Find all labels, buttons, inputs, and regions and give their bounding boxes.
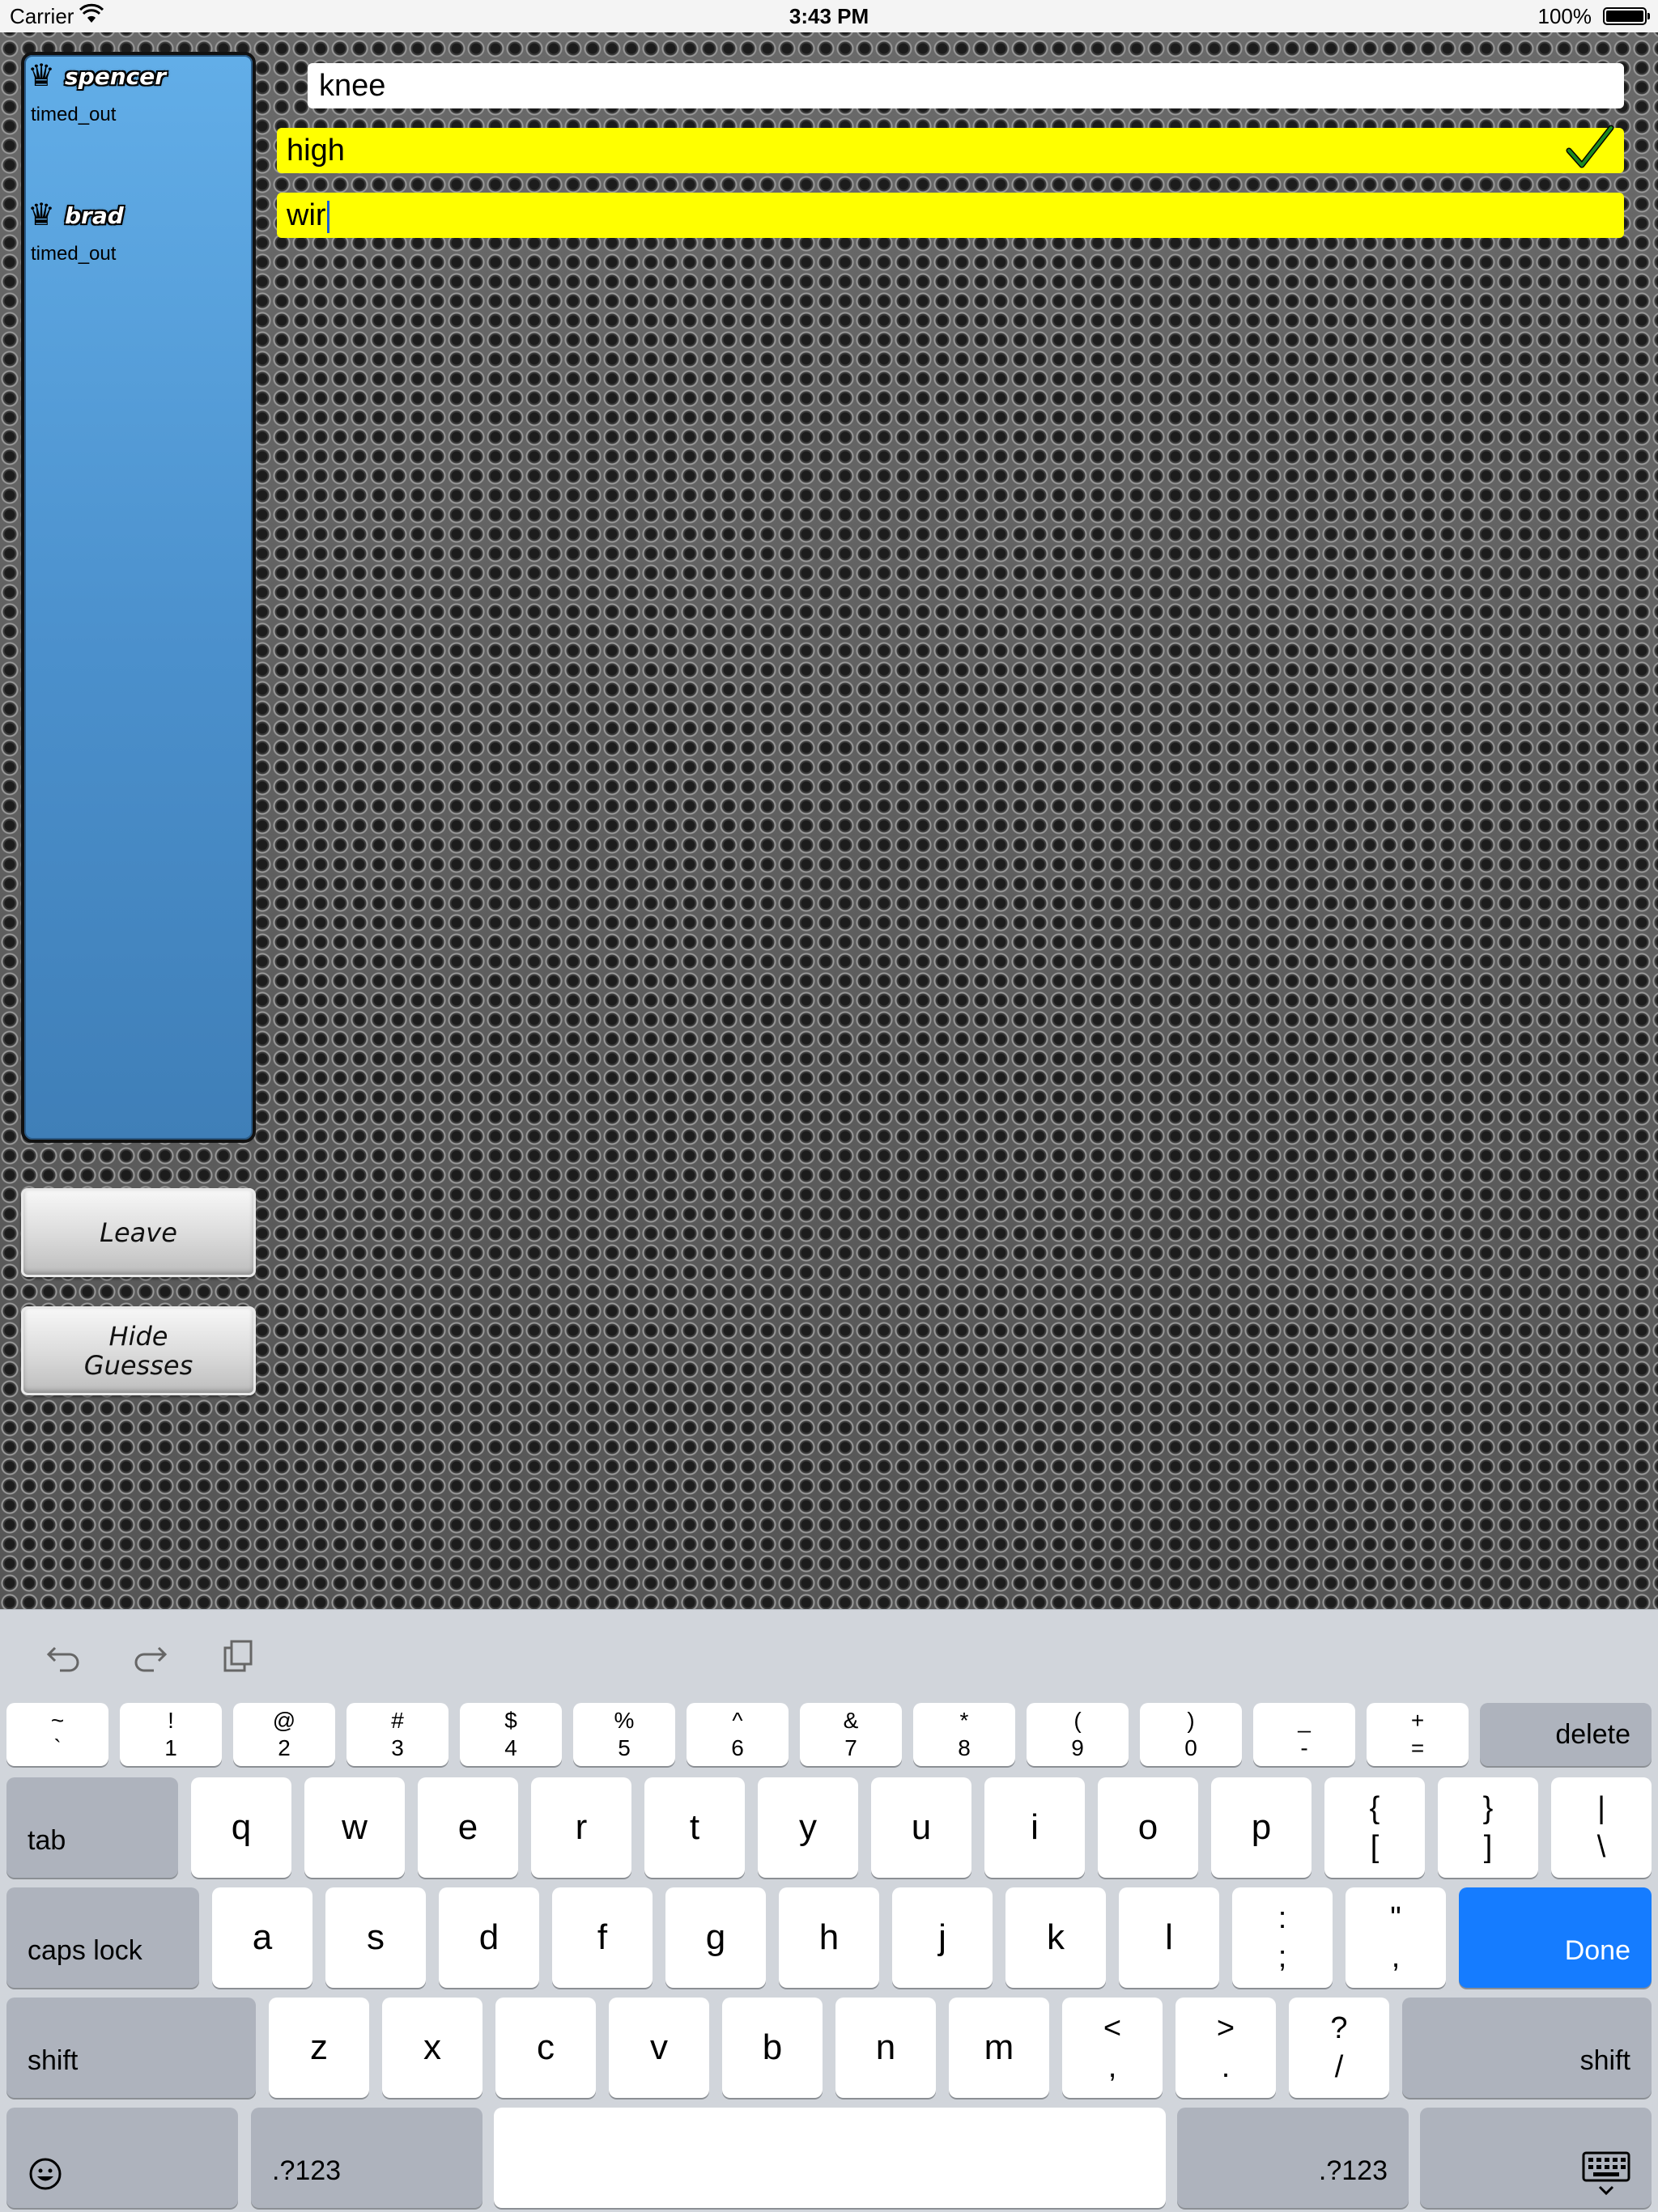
done-key[interactable]: Done (1459, 1887, 1652, 1988)
key-h[interactable]: h (779, 1887, 879, 1988)
hide-guesses-label-line2: Guesses (83, 1350, 193, 1381)
guess-input[interactable]: wir (277, 193, 1624, 238)
crown-icon: ♛ (28, 198, 56, 232)
caps-lock-key[interactable]: caps lock (6, 1887, 199, 1988)
player-name: spencer (65, 62, 167, 90)
paste-icon[interactable] (217, 1637, 259, 1679)
key-e[interactable]: e (418, 1777, 518, 1878)
status-bar: Carrier 3:43 PM 100% (0, 0, 1658, 32)
hide-guesses-button[interactable]: Hide Guesses (21, 1306, 256, 1395)
key-y[interactable]: y (758, 1777, 858, 1878)
clock: 3:43 PM (789, 4, 869, 28)
key-k[interactable]: k (1005, 1887, 1106, 1988)
key-2[interactable]: @2 (233, 1703, 335, 1766)
emoji-icon (29, 2158, 62, 2190)
redo-icon[interactable] (130, 1637, 172, 1679)
key-comma[interactable]: <, (1062, 1998, 1163, 2098)
undo-icon[interactable] (42, 1637, 84, 1679)
player-name: brad (65, 202, 124, 229)
leave-button[interactable]: Leave (21, 1188, 256, 1277)
key-v[interactable]: v (609, 1998, 709, 2098)
key-tilde[interactable]: ~ ` (6, 1703, 108, 1766)
key-equals[interactable]: + = (1367, 1703, 1469, 1766)
key-5[interactable]: % 5 (573, 1703, 675, 1766)
guess-input-text: wir (287, 198, 326, 232)
shift-left-key[interactable]: shift (6, 1998, 256, 2098)
shift-right-key[interactable]: shift (1402, 1998, 1652, 2098)
key-1[interactable]: ! 1 (120, 1703, 222, 1766)
tab-key[interactable]: tab (6, 1777, 178, 1878)
word-text: high (287, 134, 345, 168)
crown-icon: ♛ (28, 59, 56, 93)
key-8[interactable]: * 8 (913, 1703, 1015, 1766)
key-bracket-right[interactable]: }] (1438, 1777, 1538, 1878)
key-l[interactable]: l (1119, 1887, 1219, 1988)
key-quote[interactable]: ", (1346, 1887, 1446, 1988)
battery-percent: 100% (1537, 4, 1592, 28)
word-row: knee (308, 63, 1624, 108)
key-w[interactable]: w (304, 1777, 405, 1878)
word-row: high (277, 125, 1624, 173)
numbers-left-key[interactable]: .?123 (251, 2108, 483, 2208)
numbers-right-key[interactable]: .?123 (1177, 2108, 1409, 2208)
player-entry: ♛ spencer timed_out (28, 58, 246, 126)
key-semicolon[interactable]: :; (1232, 1887, 1333, 1988)
key-bracket-left[interactable]: {[ (1324, 1777, 1425, 1878)
emoji-key[interactable] (6, 2108, 238, 2208)
hide-guesses-label-line1: Hide (108, 1321, 168, 1352)
hide-keyboard-key[interactable] (1420, 2108, 1652, 2208)
key-9[interactable]: (9 (1027, 1703, 1129, 1766)
player-status: timed_out (31, 104, 117, 125)
key-7[interactable]: & 7 (800, 1703, 902, 1766)
key-period[interactable]: >. (1175, 1998, 1276, 2098)
key-6[interactable]: ^ 6 (687, 1703, 789, 1766)
key-j[interactable]: j (892, 1887, 993, 1988)
player-entry: ♛ brad timed_out (28, 197, 246, 265)
key-r[interactable]: r (531, 1777, 631, 1878)
key-slash[interactable]: ? / (1289, 1998, 1389, 2098)
key-4[interactable]: $4 (460, 1703, 562, 1766)
key-n[interactable]: n (835, 1998, 936, 2098)
key-3[interactable]: #3 (346, 1703, 449, 1766)
key-m[interactable]: m (949, 1998, 1049, 2098)
checkmark-icon (1566, 125, 1614, 168)
text-caret (326, 200, 329, 233)
players-panel: ♛ spencer timed_out ♛ brad timed_out (21, 52, 256, 1143)
key-i[interactable]: i (984, 1777, 1085, 1878)
word-text: knee (319, 69, 386, 103)
key-minus[interactable]: _ - (1253, 1703, 1355, 1766)
key-0[interactable]: ) 0 (1140, 1703, 1242, 1766)
key-backslash[interactable]: | \ (1551, 1777, 1652, 1878)
player-status: timed_out (31, 243, 117, 265)
space-key[interactable] (494, 2108, 1166, 2208)
key-c[interactable]: c (495, 1998, 596, 2098)
key-t[interactable]: t (644, 1777, 745, 1878)
delete-key[interactable]: delete (1480, 1703, 1652, 1766)
key-f[interactable]: f (552, 1887, 653, 1988)
key-u[interactable]: u (871, 1777, 971, 1878)
key-b[interactable]: b (722, 1998, 823, 2098)
key-q[interactable]: q (191, 1777, 291, 1878)
key-a[interactable]: a (212, 1887, 312, 1988)
key-g[interactable]: g (665, 1887, 766, 1988)
leave-button-label: Leave (100, 1217, 177, 1248)
key-x[interactable]: x (382, 1998, 483, 2098)
key-p[interactable]: p (1211, 1777, 1312, 1878)
key-d[interactable]: d (439, 1887, 539, 1988)
key-s[interactable]: s (325, 1887, 426, 1988)
keyboard-dismiss-icon (1582, 2151, 1630, 2196)
key-o[interactable]: o (1098, 1777, 1198, 1878)
key-z[interactable]: z (269, 1998, 369, 2098)
battery-icon (1603, 7, 1650, 25)
